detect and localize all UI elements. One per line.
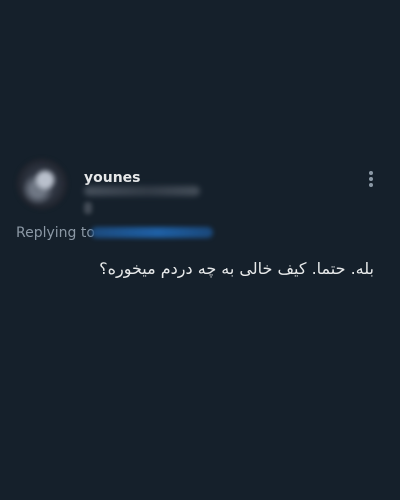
more-options-icon[interactable]	[366, 168, 376, 190]
more-options-dot	[369, 183, 373, 187]
avatar[interactable]	[16, 158, 68, 210]
replying-to-handle-blurred[interactable]	[91, 227, 213, 238]
author-display-name[interactable]: younes	[84, 169, 141, 187]
replying-to-label: Replying to	[16, 225, 95, 241]
author-meta-blurred	[84, 202, 92, 214]
tweet-text: بله. حتما. کیف خالی به چه دردم میخوره؟	[99, 259, 374, 278]
more-options-dot	[369, 177, 373, 181]
author-handle-blurred	[84, 186, 200, 196]
more-options-dot	[369, 171, 373, 175]
tweet-card: younes Replying to بله. حتما. کیف خالی ب…	[0, 0, 400, 500]
